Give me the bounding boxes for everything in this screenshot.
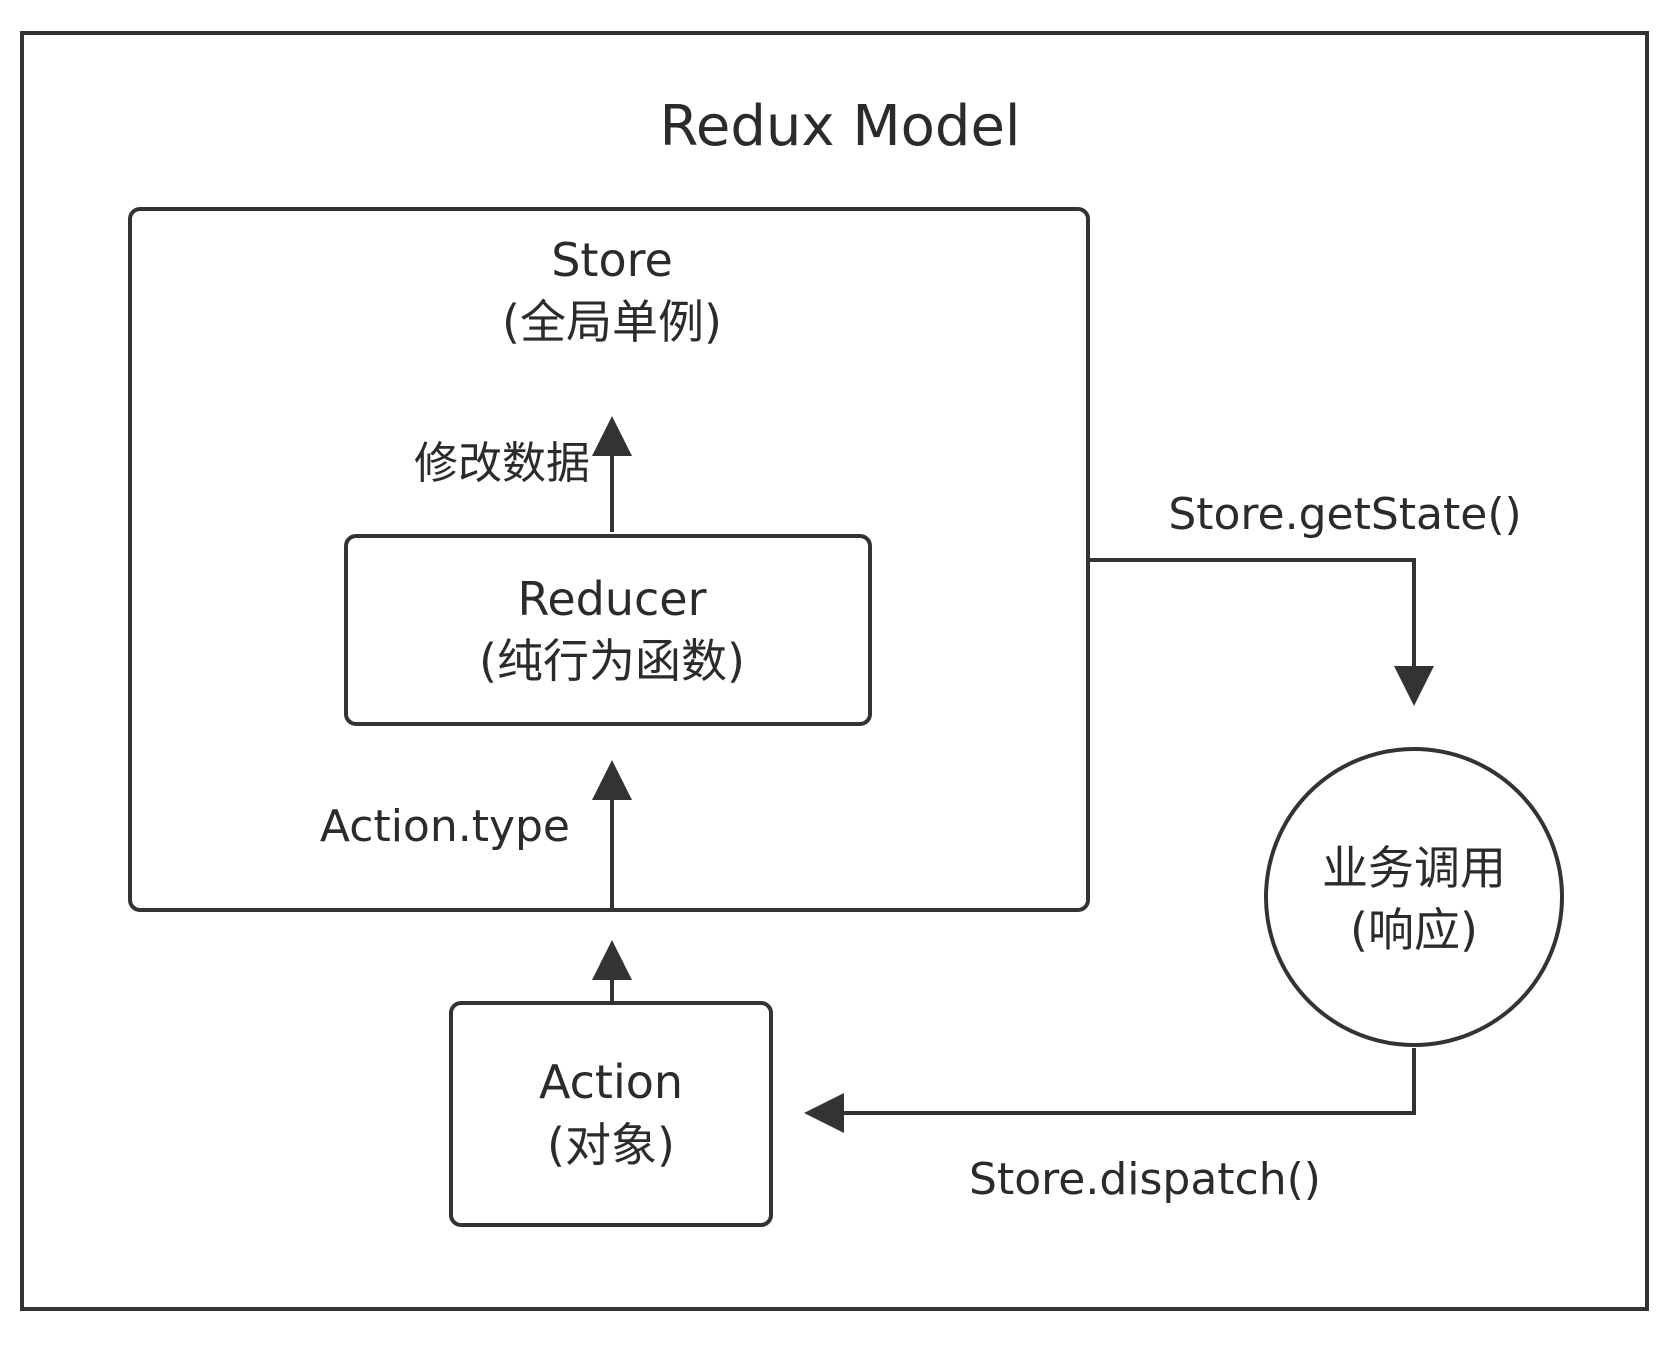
modify-data-label: 修改数据	[414, 438, 590, 489]
store-desc: (全局单例)	[502, 295, 722, 349]
action-name: Action	[538, 1055, 684, 1109]
reducer-name: Reducer	[517, 572, 707, 626]
action-box	[449, 1001, 773, 1227]
diagram-title: Redux Model	[659, 94, 1021, 159]
reducer-box	[344, 534, 872, 726]
reducer-desc: (纯行为函数)	[479, 634, 745, 688]
get-state-label: Store.getState()	[1168, 489, 1522, 540]
arrow-store-to-business	[1090, 558, 1434, 706]
arrow-business-to-action	[804, 1048, 1416, 1133]
business-desc: (响应)	[1350, 903, 1478, 957]
action-type-label: Action.type	[319, 801, 570, 852]
action-desc: (对象)	[547, 1118, 675, 1172]
dispatch-label: Store.dispatch()	[969, 1154, 1321, 1205]
store-name: Store	[551, 233, 673, 287]
business-name: 业务调用	[1322, 841, 1506, 895]
